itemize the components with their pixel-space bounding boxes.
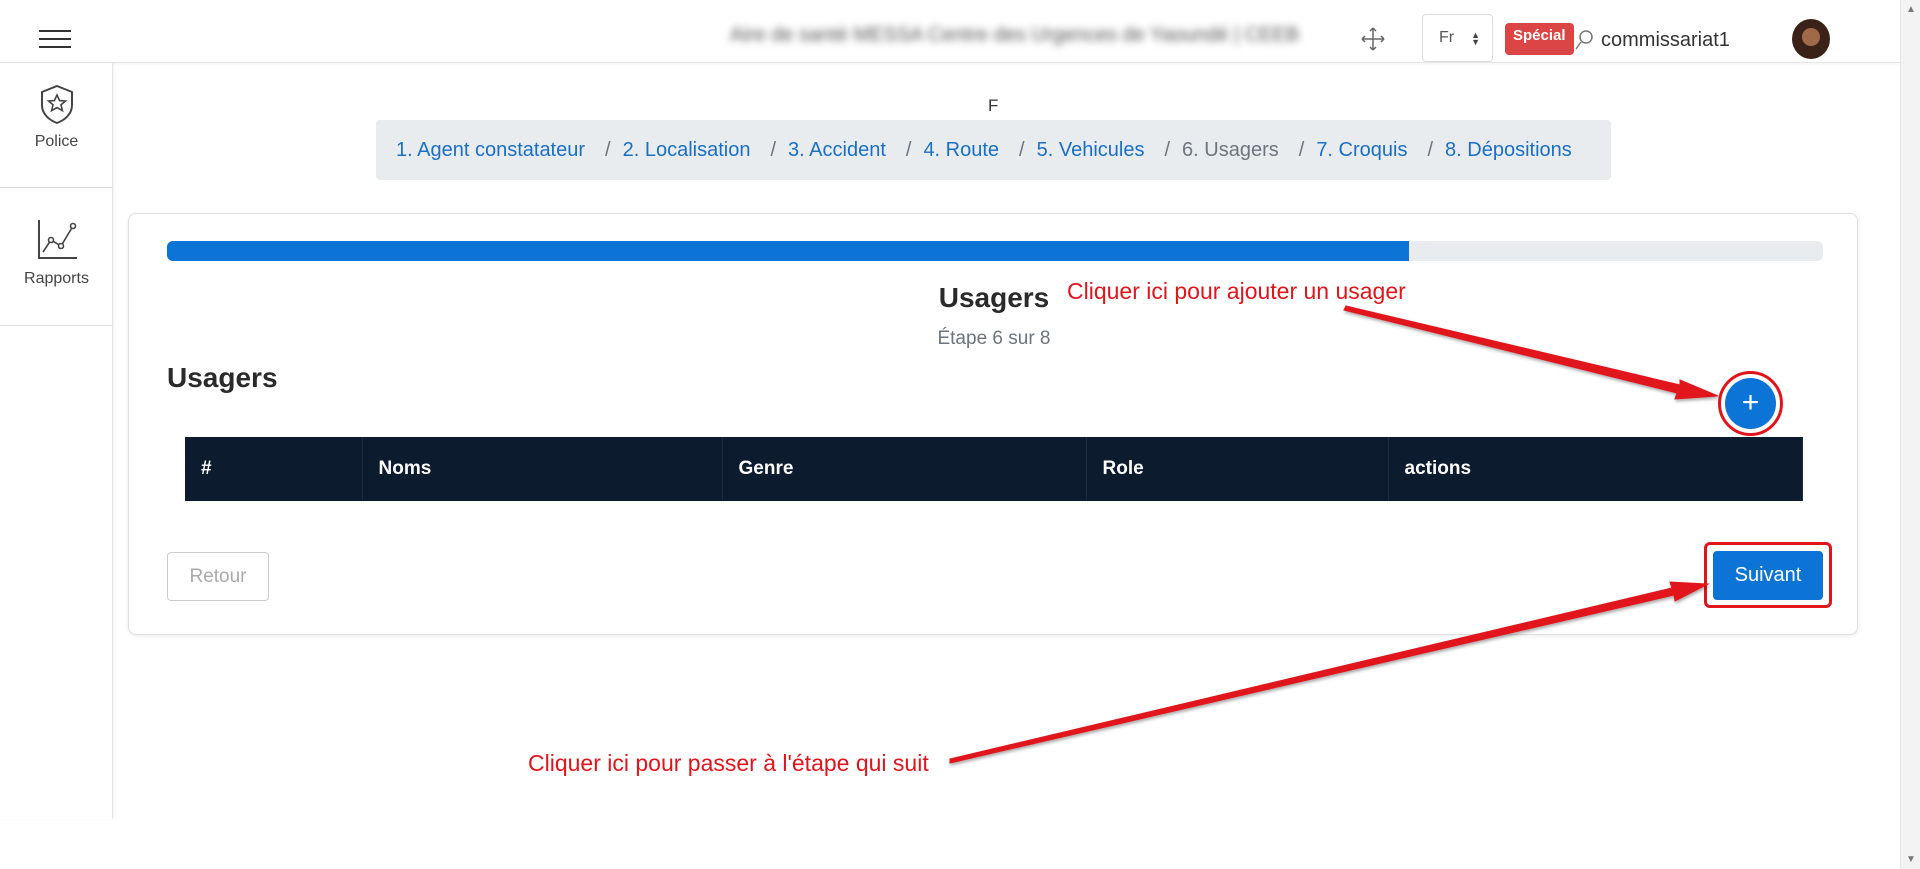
breadcrumb: 1. Agent constatateur / 2. Localisation / 3.… xyxy=(376,120,1611,180)
column-header: actions xyxy=(1388,437,1803,501)
username[interactable]: commissariat1 xyxy=(1601,29,1730,52)
breadcrumb-separator: / xyxy=(605,138,611,161)
users-table: # Noms Genre Role actions xyxy=(185,437,1803,501)
breadcrumb-step-4[interactable]: 4. Route xyxy=(923,139,999,162)
step-subtitle: Étape 6 sur 8 xyxy=(937,328,1051,349)
user-icon xyxy=(1575,30,1593,50)
wizard-card: Usagers Étape 6 sur 8 Usagers + # Noms G… xyxy=(128,213,1858,635)
scroll-up-icon[interactable]: ▲ xyxy=(1906,4,1916,15)
next-button[interactable]: Suivant xyxy=(1713,551,1823,600)
top-bar: Aire de santé MESSA Centre des Urgences … xyxy=(0,0,1900,63)
sidebar-item-label: Police xyxy=(34,133,79,150)
sidebar-divider xyxy=(0,187,113,188)
police-badge-icon xyxy=(40,84,73,125)
sidebar-item-rapports[interactable]: Rapports xyxy=(0,218,113,288)
breadcrumb-step-6: 6. Usagers xyxy=(1182,138,1279,161)
table-header-row: # Noms Genre Role actions xyxy=(185,437,1803,501)
breadcrumb-step-3[interactable]: 3. Accident xyxy=(788,139,886,162)
breadcrumb-separator: / xyxy=(1164,138,1171,161)
avatar[interactable] xyxy=(1792,19,1830,59)
language-select[interactable]: Fr ▲ ▼ xyxy=(1422,14,1493,62)
column-header: Noms xyxy=(362,437,723,501)
breadcrumb-separator: / xyxy=(1427,138,1434,161)
progress-fill xyxy=(167,241,1409,261)
breadcrumb-step-8[interactable]: 8. Dépositions xyxy=(1445,139,1572,162)
step-marker: F xyxy=(988,96,999,115)
section-title: Usagers xyxy=(167,362,278,393)
column-header: # xyxy=(185,437,363,501)
annotation-add-hint: Cliquer ici pour ajouter un usager xyxy=(1067,278,1406,304)
column-header: Role xyxy=(1086,437,1389,501)
sidebar-divider xyxy=(0,325,113,326)
breadcrumb-step-7[interactable]: 7. Croquis xyxy=(1316,139,1407,162)
back-button[interactable]: Retour xyxy=(167,552,269,601)
status-badge: Spécial xyxy=(1505,23,1574,55)
breadcrumb-separator: / xyxy=(770,138,777,161)
step-title: Usagers xyxy=(938,282,1050,313)
breadcrumb-step-1[interactable]: 1. Agent constatateur xyxy=(396,139,585,162)
menu-icon[interactable] xyxy=(39,27,71,51)
scroll-down-icon[interactable]: ▼ xyxy=(1906,854,1916,865)
breadcrumb-separator: / xyxy=(905,138,912,161)
breadcrumb-step-2[interactable]: 2. Localisation xyxy=(623,139,751,162)
sidebar: Police Rapports xyxy=(0,63,113,819)
annotation-next-hint: Cliquer ici pour passer à l'étape qui su… xyxy=(528,750,929,776)
breadcrumb-separator: / xyxy=(1298,138,1305,161)
breadcrumb-separator: / xyxy=(1019,138,1025,161)
progress-bar xyxy=(167,241,1823,261)
add-user-button[interactable]: + xyxy=(1725,378,1776,429)
page-scrollbar[interactable]: ▲ ▼ xyxy=(1900,0,1920,869)
sidebar-item-police[interactable]: Police xyxy=(0,83,113,151)
sidebar-item-label: Rapports xyxy=(24,270,89,287)
app-root: Aire de santé MESSA Centre des Urgences … xyxy=(0,0,1920,869)
facility-name: Aire de santé MESSA Centre des Urgences … xyxy=(730,24,1300,46)
move-arrows-icon[interactable] xyxy=(1360,26,1386,52)
breadcrumb-step-5[interactable]: 5. Vehicules xyxy=(1037,139,1145,162)
select-caret-icon: ▲ ▼ xyxy=(1471,30,1480,47)
line-chart-icon xyxy=(37,220,77,259)
column-header: Genre xyxy=(722,437,1087,501)
language-value: Fr xyxy=(1439,29,1455,46)
